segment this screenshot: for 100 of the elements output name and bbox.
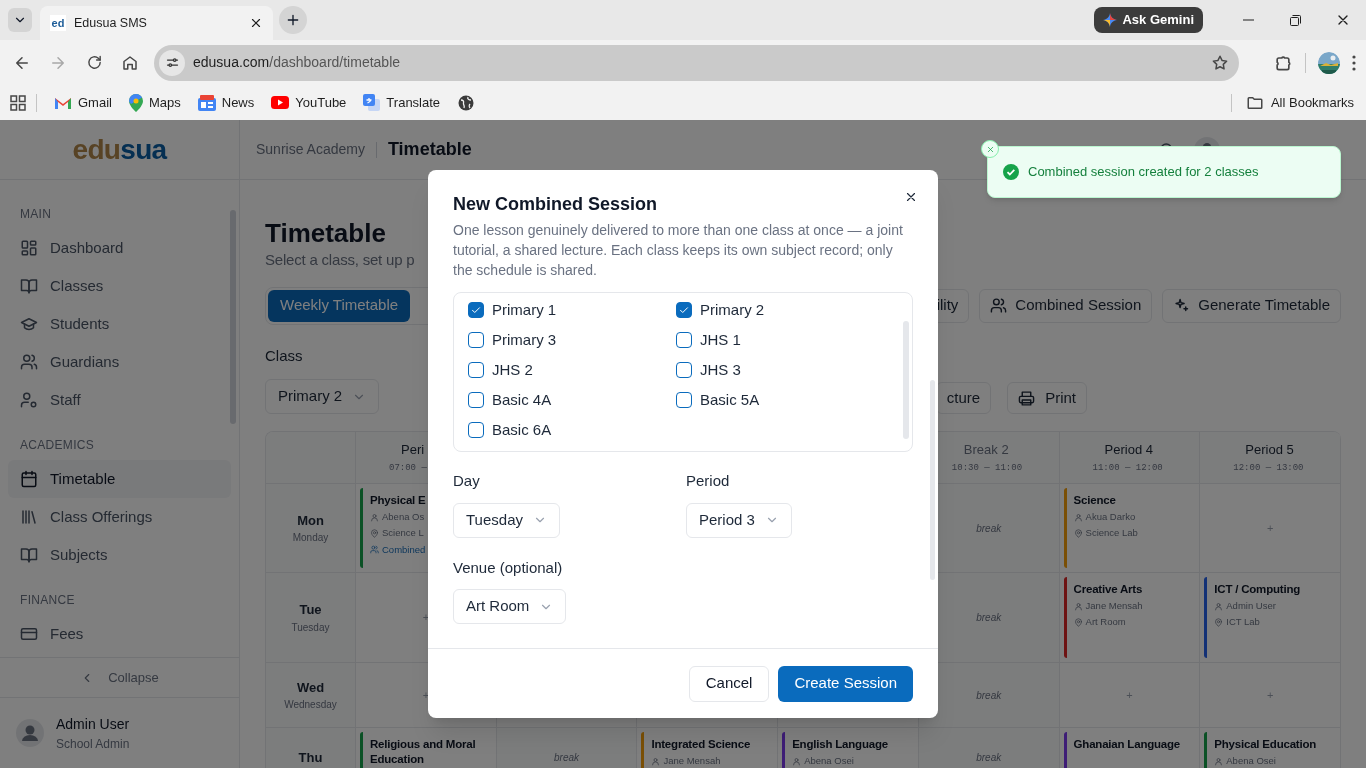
checkbox[interactable]	[468, 362, 484, 378]
ask-gemini-button[interactable]: Ask Gemini	[1094, 7, 1203, 33]
nav-item[interactable]: Dashboard	[8, 229, 231, 267]
checkbox[interactable]	[468, 332, 484, 348]
nav-item[interactable]: Timetable	[8, 460, 231, 498]
period-select[interactable]: Period 3	[686, 502, 792, 538]
collapse-button[interactable]: Collapse	[80, 667, 159, 688]
checkbox[interactable]	[468, 392, 484, 408]
check-circle-icon	[1003, 164, 1019, 180]
period-time: 07:00 —	[389, 462, 427, 475]
user-icon	[1073, 512, 1083, 522]
class-checkbox[interactable]: JHS 1	[676, 325, 884, 355]
class-checkbox[interactable]: JHS 2	[468, 355, 676, 385]
teacher-name: Akua Darko	[1073, 510, 1138, 525]
teacher-name: Jane Mensah	[651, 754, 751, 768]
subject-name: English Language	[792, 737, 888, 752]
nav-item[interactable]: Fees	[8, 615, 231, 653]
user-icon	[370, 512, 379, 522]
section-heading: FINANCE	[19, 592, 76, 607]
nav-item[interactable]: Guardians	[8, 343, 231, 381]
class-checkbox[interactable]: Basic 4A	[468, 385, 676, 415]
dashboard-icon	[20, 239, 38, 257]
break-label: break	[976, 521, 1002, 536]
checkbox[interactable]	[676, 392, 692, 408]
teacher-name: Abena Osei	[792, 754, 888, 768]
subject-name: Religious and Moral Education	[370, 737, 477, 767]
day-full-name: Tuesday	[291, 620, 330, 635]
sparkles-icon	[1173, 297, 1191, 314]
nav-item[interactable]: Staff	[8, 381, 231, 419]
bookmark-link[interactable]: Translate	[356, 89, 448, 116]
avatar-icon	[16, 719, 44, 747]
site-settings-button[interactable]	[159, 49, 185, 76]
class-checkbox[interactable]: Primary 1	[468, 295, 676, 325]
checkbox[interactable]	[676, 362, 692, 378]
action-button[interactable]: Generate Timetable	[1162, 288, 1341, 323]
bookmark-link[interactable]: Maps	[121, 89, 188, 116]
venue-select[interactable]: Art Room	[453, 589, 567, 624]
checkbox[interactable]	[676, 332, 692, 348]
break-label: break	[976, 688, 1002, 703]
scrollbar[interactable]	[930, 380, 935, 580]
class-checkbox[interactable]: Primary 2	[676, 295, 884, 325]
action-button[interactable]: Combined Session	[979, 288, 1153, 323]
section-heading: ACADEMICS	[19, 437, 96, 452]
bookmark-link[interactable]: Gmail	[47, 89, 119, 116]
menu-icon[interactable]	[1352, 54, 1356, 71]
subject-name: Creative Arts	[1073, 582, 1143, 597]
nav-item[interactable]: Subjects	[8, 536, 231, 574]
close-icon[interactable]	[249, 16, 263, 30]
subject-name: Integrated Science	[651, 737, 751, 752]
tab-list-button[interactable]	[8, 8, 32, 32]
day-name: Mon	[297, 511, 324, 530]
cancel-button[interactable]: Cancel	[688, 665, 770, 702]
calendar-icon	[20, 470, 38, 488]
check-icon	[470, 304, 482, 316]
checkbox[interactable]	[468, 302, 484, 318]
all-bookmarks-link[interactable]: All Bookmarks	[1245, 92, 1354, 113]
new-tab-button[interactable]	[279, 6, 307, 34]
toast-close-button[interactable]	[981, 140, 999, 158]
teacher-name: Jane Mensah	[1073, 599, 1143, 614]
nav-item[interactable]: Class Offerings	[8, 498, 231, 536]
class-checkbox[interactable]: Basic 5A	[676, 385, 884, 415]
bookmark-link[interactable]: YouTube	[264, 89, 354, 116]
period-heading: Peri	[401, 440, 425, 459]
book-icon	[20, 546, 38, 564]
toolbar-button[interactable]: cture	[935, 382, 992, 414]
reload-icon	[85, 54, 103, 71]
apps-icon[interactable]	[10, 94, 26, 111]
school-name: Sunrise Academy	[256, 140, 365, 159]
day-full-name: Monday	[292, 531, 329, 546]
class-checkbox[interactable]: Primary 3	[468, 325, 676, 355]
logo: edusua	[72, 132, 167, 167]
break-label: break	[554, 751, 580, 765]
period-time: 12:00 — 13:00	[1233, 462, 1304, 475]
day-select[interactable]: Tuesday	[453, 502, 560, 538]
users-icon	[370, 545, 379, 555]
field-label: Day	[453, 471, 481, 491]
users-icon	[990, 297, 1008, 314]
class-checkbox[interactable]: JHS 3	[676, 355, 884, 385]
home-icon	[121, 53, 139, 72]
nav-item[interactable]: Students	[8, 305, 231, 343]
gmail-icon	[54, 95, 72, 110]
create-session-button[interactable]: Create Session	[778, 665, 913, 702]
address-bar[interactable]: edusua.com/dashboard/timetable	[154, 44, 1239, 81]
view-tab[interactable]: Weekly Timetable	[268, 289, 411, 322]
class-checkbox[interactable]: Basic 6A	[468, 415, 676, 445]
browser-tab[interactable]: ed Edusua SMS	[40, 6, 273, 40]
toolbar-button[interactable]: Print	[1007, 382, 1087, 414]
day-name: Wed	[296, 678, 325, 697]
scrollbar[interactable]	[903, 321, 909, 439]
subject-name: ICT / Computing	[1214, 582, 1301, 597]
class-select[interactable]: Primary 2	[265, 379, 380, 414]
nav-item[interactable]: Classes	[8, 267, 231, 305]
checkbox[interactable]	[676, 302, 692, 318]
bookmark-link[interactable]: News	[190, 89, 262, 116]
checkbox[interactable]	[468, 422, 484, 438]
star-icon[interactable]	[1211, 53, 1229, 72]
user-gear-icon	[20, 391, 38, 409]
globe-icon[interactable]	[458, 94, 475, 111]
play-icon	[271, 96, 290, 109]
user-icon	[1214, 756, 1224, 766]
